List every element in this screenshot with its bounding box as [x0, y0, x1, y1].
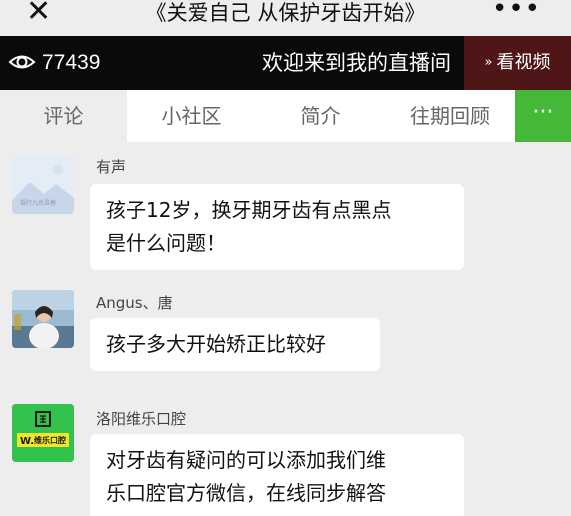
avatar[interactable]: 福行九名昌春 — [12, 156, 74, 214]
comment-bubble: 孩子多大开始矫正比较好 — [90, 318, 380, 371]
avatar[interactable]: W. 维乐口腔 — [12, 404, 74, 462]
page-title: 《关爱自己 从保护牙齿开始》 — [145, 1, 426, 25]
avatar[interactable] — [12, 290, 74, 348]
tab-past-replays[interactable]: 往期回顾 — [385, 90, 515, 142]
comment-bubble: 孩子12岁，换牙期牙齿有点黑点 是什么问题！ — [90, 184, 464, 270]
comment-text-line: 乐口腔官方微信，在线同步解答 — [106, 481, 386, 505]
more-options-icon[interactable]: ••• — [492, 0, 541, 27]
watch-video-label: 看视频 — [496, 52, 551, 73]
comment-text-line: 孩子多大开始矫正比较好 — [106, 332, 326, 356]
tab-intro[interactable]: 简介 — [256, 90, 385, 142]
comment-bubble: 对牙齿有疑问的可以添加我们维 乐口腔官方微信，在线同步解答 — [90, 434, 464, 516]
avatar-caption: 福行九名昌春 — [20, 200, 57, 207]
comment-text-line: 对牙齿有疑问的可以添加我们维 — [106, 448, 386, 472]
comment-text-line: 是什么问题！ — [106, 231, 226, 255]
tab-bar: 评论 小社区 简介 往期回顾 ··· — [0, 90, 571, 142]
view-count: 77439 — [42, 51, 101, 74]
clinic-logo: W. — [12, 404, 74, 462]
svg-text:W.: W. — [20, 436, 34, 447]
live-info-bar: 77439 欢迎来到我的直播间 » 看视频 — [0, 36, 571, 90]
tab-community[interactable]: 小社区 — [127, 90, 256, 142]
clinic-logo-text: 维乐口腔 — [34, 436, 66, 445]
commenter-name: 洛阳维乐口腔 — [96, 410, 187, 428]
commenter-name: 有声 — [96, 158, 127, 176]
comment-text-line: 孩子12岁，换牙期牙齿有点黑点 — [106, 198, 392, 222]
commenter-name: Angus、唐 — [96, 294, 173, 312]
tab-more-button[interactable]: ··· — [515, 90, 571, 142]
eye-icon — [8, 55, 36, 69]
person-photo — [12, 290, 74, 348]
watch-video-button[interactable]: » 看视频 — [464, 36, 571, 90]
title-bar: ✕ 《关爱自己 从保护牙齿开始》 ••• — [0, 0, 571, 36]
welcome-text: 欢迎来到我的直播间 — [262, 51, 451, 75]
tab-comments[interactable]: 评论 — [0, 90, 127, 142]
double-chevron-icon: » — [484, 55, 493, 70]
